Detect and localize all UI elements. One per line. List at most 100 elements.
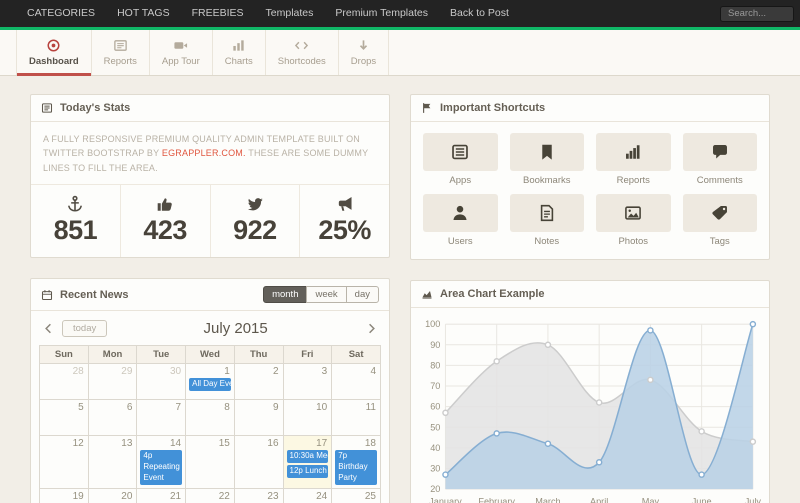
day-number: 16 bbox=[236, 437, 282, 450]
day-number: 29 bbox=[90, 365, 136, 378]
calendar-day-12[interactable]: 12 bbox=[40, 436, 89, 488]
calendar-day-25[interactable]: 25 bbox=[332, 488, 381, 503]
calendar-event[interactable]: 4p Repeating Event bbox=[140, 450, 182, 484]
tab-label: Drops bbox=[351, 56, 376, 67]
nav-item-back-to-post[interactable]: Back to Post bbox=[439, 0, 520, 27]
nav-item-templates[interactable]: Templates bbox=[255, 0, 325, 27]
calendar-day-15[interactable]: 15 bbox=[186, 436, 235, 488]
tab-app-tour[interactable]: App Tour bbox=[150, 30, 213, 75]
tab-label: App Tour bbox=[162, 56, 200, 67]
calendar-day-19[interactable]: 19 bbox=[40, 488, 89, 503]
main-content: Today's Stats A FULLY RESPONSIVE PREMIUM… bbox=[0, 76, 800, 503]
chevron-left-icon[interactable] bbox=[41, 321, 56, 336]
calendar-day-22[interactable]: 22 bbox=[186, 488, 235, 503]
shortcut-tags[interactable]: Tags bbox=[683, 194, 758, 247]
calendar-day-17[interactable]: 1710:30a Meetin12p Lunch bbox=[283, 436, 332, 488]
tab-label: Shortcodes bbox=[278, 56, 326, 67]
calendar-day-29[interactable]: 29 bbox=[88, 364, 137, 400]
shortcut-label: Bookmarks bbox=[510, 175, 585, 186]
day-number: 12 bbox=[41, 437, 87, 450]
calendar-day-18[interactable]: 187p Birthday Party bbox=[332, 436, 381, 488]
calendar-day-23[interactable]: 23 bbox=[234, 488, 283, 503]
search-input[interactable] bbox=[720, 6, 794, 22]
svg-text:100: 100 bbox=[425, 319, 440, 329]
panel-header: Recent News monthweekday bbox=[31, 279, 389, 311]
shortcut-photos[interactable]: Photos bbox=[596, 194, 671, 247]
calendar-day-11[interactable]: 11 bbox=[332, 400, 381, 436]
calendar-day-2[interactable]: 2 bbox=[234, 364, 283, 400]
day-number: 15 bbox=[187, 437, 233, 450]
svg-text:50: 50 bbox=[430, 422, 440, 432]
calendar-day-9[interactable]: 9 bbox=[234, 400, 283, 436]
today-button[interactable]: today bbox=[62, 320, 107, 337]
stat-megaphone: 25% bbox=[299, 185, 389, 257]
stat-value: 851 bbox=[31, 215, 120, 246]
stat-twitter: 922 bbox=[210, 185, 300, 257]
tab-shortcodes[interactable]: Shortcodes bbox=[266, 30, 339, 75]
calendar-event[interactable]: 10:30a Meetin bbox=[287, 450, 329, 463]
day-number: 13 bbox=[90, 437, 136, 450]
svg-text:February: February bbox=[478, 496, 515, 503]
shortcut-comments[interactable]: Comments bbox=[683, 133, 758, 186]
calendar-day-8[interactable]: 8 bbox=[186, 400, 235, 436]
shortcut-label: Reports bbox=[596, 175, 671, 186]
view-month-button[interactable]: month bbox=[263, 286, 307, 303]
tab-drops[interactable]: Drops bbox=[339, 30, 389, 75]
egrappler-link[interactable]: EGRAPPLER.COM. bbox=[162, 148, 246, 158]
calendar-day-21[interactable]: 21 bbox=[137, 488, 186, 503]
view-week-button[interactable]: week bbox=[306, 286, 346, 303]
tab-dashboard[interactable]: Dashboard bbox=[16, 30, 92, 75]
calendar-day-16[interactable]: 16 bbox=[234, 436, 283, 488]
calendar-day-24[interactable]: 24 bbox=[283, 488, 332, 503]
day-number: 10 bbox=[285, 401, 331, 414]
calendar-day-4[interactable]: 4 bbox=[332, 364, 381, 400]
right-column: Important Shortcuts AppsBookmarksReports… bbox=[410, 94, 770, 503]
calendar-event[interactable]: 12p Lunch bbox=[287, 465, 329, 478]
calendar-day-13[interactable]: 13 bbox=[88, 436, 137, 488]
calendar-day-5[interactable]: 5 bbox=[40, 400, 89, 436]
weekday-sun: Sun bbox=[40, 346, 89, 364]
calendar-day-20[interactable]: 20 bbox=[88, 488, 137, 503]
calendar-day-30[interactable]: 30 bbox=[137, 364, 186, 400]
calendar-day-1[interactable]: 1All Day Event bbox=[186, 364, 235, 400]
calendar-day-6[interactable]: 6 bbox=[88, 400, 137, 436]
notes-icon bbox=[538, 204, 556, 222]
calendar-day-10[interactable]: 10 bbox=[283, 400, 332, 436]
calendar-event[interactable]: 7p Birthday Party bbox=[335, 450, 377, 484]
day-number: 8 bbox=[187, 401, 233, 414]
calendar-day-28[interactable]: 28 bbox=[40, 364, 89, 400]
panel-title: Area Chart Example bbox=[440, 288, 545, 300]
nav-item-premium-templates[interactable]: Premium Templates bbox=[324, 0, 439, 27]
nav-menu: CATEGORIESHOT TAGSFREEBIESTemplatesPremi… bbox=[16, 0, 520, 27]
day-number: 22 bbox=[187, 490, 233, 503]
shortcut-reports[interactable]: Reports bbox=[596, 133, 671, 186]
nav-item-hot-tags[interactable]: HOT TAGS bbox=[106, 0, 181, 27]
shortcut-users[interactable]: Users bbox=[423, 194, 498, 247]
calendar-month-title: July 2015 bbox=[113, 320, 358, 337]
calendar-event[interactable]: All Day Event bbox=[189, 378, 231, 391]
calendar-day-7[interactable]: 7 bbox=[137, 400, 186, 436]
shortcut-label: Photos bbox=[596, 236, 671, 247]
dashboard-icon bbox=[46, 38, 61, 53]
chevron-right-icon[interactable] bbox=[364, 321, 379, 336]
calendar-day-14[interactable]: 144p Repeating Event bbox=[137, 436, 186, 488]
nav-item-freebies[interactable]: FREEBIES bbox=[181, 0, 255, 27]
day-number: 24 bbox=[285, 490, 331, 503]
svg-text:July: July bbox=[745, 496, 761, 503]
shortcut-tile bbox=[510, 194, 585, 232]
svg-text:January: January bbox=[429, 496, 462, 503]
shortcut-label: Apps bbox=[423, 175, 498, 186]
shortcut-label: Comments bbox=[683, 175, 758, 186]
tab-charts[interactable]: Charts bbox=[213, 30, 266, 75]
day-number: 30 bbox=[138, 365, 184, 378]
tab-reports[interactable]: Reports bbox=[92, 30, 150, 75]
shortcut-apps[interactable]: Apps bbox=[423, 133, 498, 186]
day-number: 9 bbox=[236, 401, 282, 414]
view-day-button[interactable]: day bbox=[346, 286, 379, 303]
shortcut-notes[interactable]: Notes bbox=[510, 194, 585, 247]
area-chart-panel: Area Chart Example 2030405060708090100Ja… bbox=[410, 280, 770, 503]
nav-item-categories[interactable]: CATEGORIES bbox=[16, 0, 106, 27]
shortcut-bookmarks[interactable]: Bookmarks bbox=[510, 133, 585, 186]
bookmarks-icon bbox=[538, 143, 556, 161]
calendar-day-3[interactable]: 3 bbox=[283, 364, 332, 400]
